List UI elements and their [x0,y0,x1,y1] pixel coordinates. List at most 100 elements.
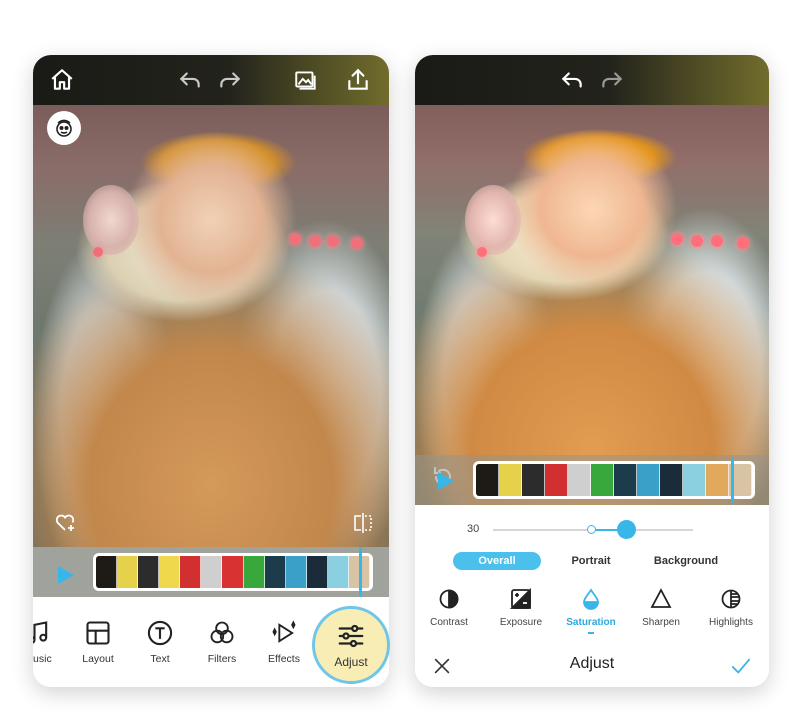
segment-portrait[interactable]: Portrait [553,552,629,570]
bokeh-light [309,235,321,247]
thumb-frame [591,464,614,496]
bokeh-light [289,233,301,245]
thumb-frame [683,464,706,496]
toolbar-label: Music [33,653,52,665]
confirm-check-icon[interactable] [729,655,753,677]
toolbar-label: Filters [207,653,237,665]
bokeh-light [93,247,103,257]
tool-saturation[interactable]: Saturation [555,587,627,634]
thumb-frame [264,556,286,588]
layout-icon [86,621,110,645]
music-note-icon [33,621,48,644]
tool-label: Highlights [709,617,753,628]
adjust-tools-row: Contrast Exposure Saturation Sharpen Hig… [415,587,769,647]
heart-add-icon[interactable] [51,509,79,537]
window-reflection [83,185,139,255]
redo-icon[interactable] [597,65,627,95]
active-indicator [588,632,594,634]
thumb-frame [499,464,522,496]
right-top-bar [415,55,769,105]
segment-background[interactable]: Background [641,552,731,570]
bokeh-light [671,233,683,245]
face-retouch-icon[interactable] [47,111,81,145]
highlights-icon [721,589,741,609]
thumb-frame [96,556,118,588]
thumb-frame [637,464,660,496]
adjust-panel: 30 Overall Portrait Background Contrast … [415,505,769,687]
bokeh-light [691,235,703,247]
toolbar-item-effects[interactable]: Effects [253,619,315,665]
sharpen-triangle-icon [650,588,672,608]
thumb-frame [568,464,591,496]
window-reflection [465,185,521,255]
bokeh-light [477,247,487,257]
toolbar-label: Layout [82,653,114,665]
toolbar-item-text[interactable]: Text [129,619,191,665]
thumb-frame [222,556,244,588]
tool-exposure[interactable]: Exposure [485,587,557,628]
thumb-frame [545,464,568,496]
bokeh-light [351,237,363,249]
tool-highlights[interactable]: Highlights [695,587,767,628]
left-phone-screen: Music Layout Text Filters Effects [33,55,389,687]
segment-overall[interactable]: Overall [453,552,541,570]
sliders-icon [338,624,364,648]
adjust-label: Adjust [334,655,368,669]
tool-contrast[interactable]: Contrast [415,587,485,628]
adjust-tool-button[interactable]: Adjust [312,606,390,684]
play-icon[interactable] [433,469,457,493]
right-video-strip[interactable] [473,461,755,499]
timeline-playhead[interactable] [359,547,362,597]
tool-label: Exposure [499,617,543,628]
thumb-frame [614,464,637,496]
slider-value: 30 [467,523,480,535]
gallery-icon[interactable] [291,65,321,95]
text-icon [147,620,173,646]
toolbar-item-layout[interactable]: Layout [67,619,129,665]
bokeh-light [327,235,339,247]
adjust-slider-knob[interactable] [617,520,636,539]
thumb-frame [522,464,545,496]
effects-icon [272,620,296,643]
thumb-frame [285,556,307,588]
share-icon[interactable] [343,65,373,95]
thumb-frame [243,556,265,588]
tool-label: Saturation [566,617,616,628]
right-photo-canvas[interactable] [415,105,769,505]
thumb-frame [201,556,223,588]
tool-label: Sharpen [642,617,680,628]
timeline-playhead[interactable] [731,457,734,503]
comparison-stage: Music Layout Text Filters Effects Adjust [0,0,800,718]
exposure-icon [509,587,531,609]
home-icon[interactable] [47,65,77,95]
tool-sharpen[interactable]: Sharpen [625,587,697,628]
undo-icon[interactable] [557,65,587,95]
filters-icon [210,621,234,644]
tool-label: Contrast [430,617,468,628]
thumb-frame [306,556,328,588]
left-top-bar [33,55,389,105]
left-video-strip[interactable] [93,553,373,591]
bokeh-light [711,235,723,247]
adjust-bottom-bar: Adjust [415,647,769,687]
toolbar-label: Text [150,653,170,665]
redo-icon[interactable] [215,65,245,95]
toolbar-item-music[interactable]: Music [33,619,69,665]
right-phone-screen: 30 Overall Portrait Background Contrast … [415,55,769,687]
thumb-frame [117,556,139,588]
play-icon[interactable] [53,563,77,587]
undo-icon[interactable] [175,65,205,95]
compare-split-icon[interactable] [349,509,377,537]
thumb-frame [180,556,202,588]
left-photo-canvas[interactable] [33,105,389,547]
saturation-drop-icon [583,588,599,610]
toolbar-item-filters[interactable]: Filters [191,619,253,665]
thumb-frame [159,556,181,588]
bokeh-light [737,237,749,249]
thumb-frame [660,464,683,496]
adjust-slider-origin [587,525,596,534]
thumb-frame [706,464,729,496]
panel-title: Adjust [569,655,615,672]
thumb-frame [476,464,499,496]
thumb-frame [138,556,160,588]
